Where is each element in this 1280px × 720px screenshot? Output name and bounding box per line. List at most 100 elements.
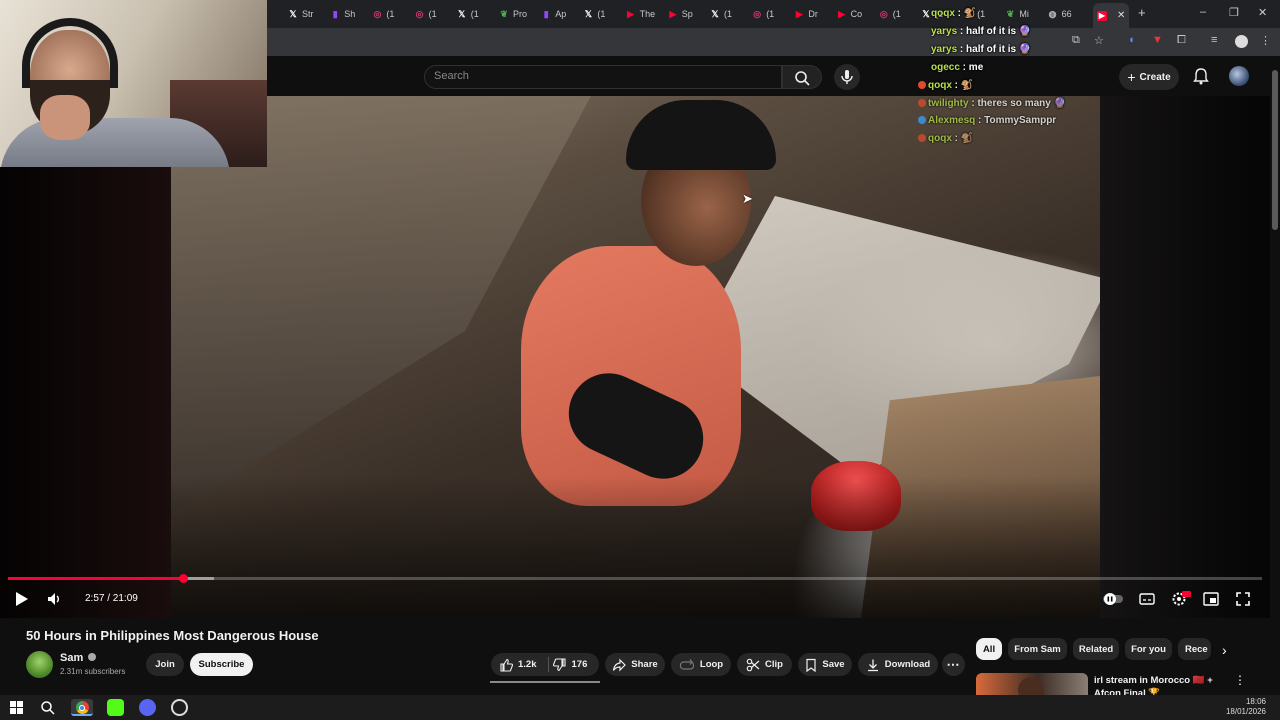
autoplay-toggle[interactable] (1101, 591, 1125, 607)
channel-name[interactable]: Sam (60, 652, 97, 664)
extension-icon[interactable]: ◖ (1128, 34, 1135, 46)
save-button[interactable]: Save (798, 653, 852, 676)
chat-message: Alexmesq : TommySamppr (918, 115, 1056, 126)
subscribe-button[interactable]: Subscribe (190, 653, 253, 676)
extensions-puzzle-icon[interactable]: ⧠ (1177, 34, 1186, 47)
fullscreen-icon (1236, 592, 1250, 606)
kick-icon[interactable] (107, 699, 124, 716)
search-icon (41, 701, 55, 715)
browser-tab[interactable]: 𝕏 (1 (710, 5, 748, 23)
chat-username: ogecc (931, 62, 960, 73)
minimize-button[interactable]: – (1200, 6, 1206, 18)
notifications-button[interactable] (1191, 66, 1211, 86)
chip-for-you[interactable]: For you (1125, 638, 1172, 660)
recommended-title[interactable]: irl stream in Morocco 🇲🇦 + Afcon Final 🏆 (1094, 674, 1224, 695)
subtitles-button[interactable] (1139, 591, 1155, 607)
play-button[interactable] (13, 591, 29, 607)
browser-tab[interactable]: 𝕏 Str (288, 5, 326, 23)
more-actions-button[interactable]: ⋯ (942, 653, 965, 676)
download-button[interactable]: Download (858, 653, 938, 676)
time-display: 2:57 / 21:09 (85, 593, 138, 604)
like-button[interactable]: 1.2k (499, 658, 537, 672)
create-button[interactable]: + Create (1119, 64, 1179, 90)
chat-separator: : (975, 115, 985, 126)
chat-message: twilighty : theres so many 🔮 (918, 98, 1066, 109)
close-tab-icon[interactable]: ✕ (1117, 10, 1125, 21)
browser-tab[interactable]: ❦ Pro (499, 5, 537, 23)
taskbar-search-button[interactable] (39, 699, 56, 716)
search-placeholder: Search (434, 70, 469, 82)
chip-related[interactable]: Related (1073, 638, 1119, 660)
dislike-button[interactable]: 176 (552, 657, 587, 672)
loop-button[interactable]: Loop (671, 653, 731, 676)
extension-icon[interactable]: ▼ (1152, 34, 1163, 46)
search-button[interactable] (782, 65, 822, 89)
channel-avatar[interactable] (26, 651, 53, 678)
taskbar-chrome[interactable] (71, 699, 93, 716)
mute-button[interactable] (46, 591, 62, 607)
start-button[interactable] (8, 699, 25, 716)
maximize-button[interactable]: ❐ (1229, 6, 1239, 19)
browser-tab[interactable]: ▶ Dr (794, 5, 832, 23)
scissors-icon (746, 658, 760, 671)
leaf-icon: ❦ (1006, 8, 1015, 19)
chat-message: ogecc : me (931, 62, 983, 73)
obs-icon[interactable] (171, 699, 188, 716)
recommended-menu-button[interactable]: ⋮ (1234, 673, 1246, 687)
discord-icon[interactable] (139, 699, 156, 716)
new-tab-button[interactable]: + (1138, 5, 1146, 20)
chip-all[interactable]: All (976, 638, 1002, 660)
chat-badge-icon (918, 134, 926, 142)
settings-button[interactable] (1171, 591, 1191, 607)
browser-tab[interactable]: ▶ The (626, 5, 664, 23)
recommended-thumbnail[interactable] (976, 673, 1088, 695)
progress-scrubber[interactable] (178, 574, 188, 583)
browser-tab[interactable]: ▮ Sh (330, 5, 368, 23)
profile-icon[interactable] (1235, 35, 1248, 48)
browser-tab[interactable]: ▶ Co (837, 5, 875, 23)
chip-recently-uploaded[interactable]: Rece (1178, 638, 1211, 660)
bookmark-star-icon[interactable]: ☆ (1094, 34, 1104, 47)
browser-tab[interactable]: ◎ (1 (879, 5, 917, 23)
channel-name-text: Sam (60, 652, 84, 664)
join-button[interactable]: Join (146, 653, 184, 676)
miniplayer-button[interactable] (1203, 591, 1219, 607)
browser-tab[interactable]: ◎ (1 (415, 5, 453, 23)
chat-username: yarys (931, 26, 958, 37)
search-input[interactable] (424, 65, 782, 89)
more-horizontal-icon: ⋯ (946, 656, 961, 672)
voice-search-button[interactable] (834, 64, 860, 90)
page-scrollbar[interactable] (1272, 70, 1278, 230)
install-app-icon[interactable]: ⧉ (1072, 34, 1080, 47)
browser-tab[interactable]: ◎ (1 (372, 5, 410, 23)
account-avatar[interactable] (1229, 66, 1249, 86)
browser-menu-icon[interactable]: ⋮ (1260, 34, 1271, 47)
video-frame[interactable] (171, 96, 1100, 618)
clip-button[interactable]: Clip (737, 653, 792, 676)
browser-tab[interactable]: ◎ (1 (752, 5, 790, 23)
fullscreen-button[interactable] (1235, 591, 1251, 607)
subscriber-count: 2.31m subscribers (60, 667, 126, 676)
chips-next-button[interactable]: › (1222, 642, 1227, 658)
browser-tab[interactable]: 𝕏 (1 (583, 5, 621, 23)
video-player[interactable] (0, 96, 1270, 618)
active-tab[interactable]: ▶ ✕ (1093, 3, 1130, 28)
chat-username: yarys (931, 44, 958, 55)
thumbs-down-icon (552, 657, 566, 671)
browser-tab[interactable]: 𝕏 (1 (457, 5, 495, 23)
video-letterbox-right (1100, 96, 1270, 618)
mouse-cursor-icon: ➤ (742, 191, 753, 206)
browser-tab[interactable]: ▶ Sp (668, 5, 706, 23)
share-button[interactable]: Share (605, 653, 665, 676)
chip-from-sam[interactable]: From Sam (1008, 638, 1067, 660)
browser-tab-label: (1 (428, 9, 437, 19)
clock-time: 18:06 (1245, 697, 1266, 706)
browser-tab[interactable]: ▮ Ap (541, 5, 579, 23)
volume-icon (48, 593, 59, 605)
browser-tab[interactable]: ❦ Mi (1005, 5, 1043, 23)
close-window-button[interactable]: ✕ (1258, 6, 1267, 19)
media-controls-icon[interactable]: ≡ (1211, 34, 1217, 46)
browser-tab-label: 66 (1061, 9, 1072, 19)
play-icon (16, 592, 28, 606)
browser-tab[interactable]: ◍ 66 (1048, 5, 1086, 23)
